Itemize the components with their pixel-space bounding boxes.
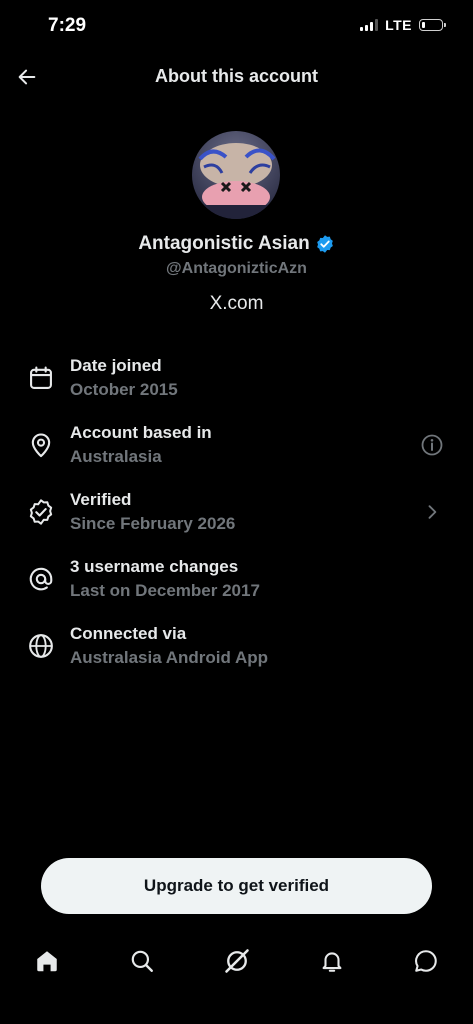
signal-icon — [360, 19, 379, 31]
info-subtitle: Australasia — [70, 447, 162, 466]
info-subtitle: Since February 2026 — [70, 514, 236, 533]
upgrade-button-label: Upgrade to get verified — [143, 876, 330, 895]
verified-badge-icon — [316, 235, 333, 253]
bottom-tab-bar — [0, 935, 473, 985]
info-row-date-joined: Date joined October 2015 — [0, 356, 473, 412]
info-subtitle: Last on December 2017 — [70, 581, 260, 600]
page-title: About this account — [155, 66, 318, 86]
calendar-icon — [30, 366, 52, 389]
info-row-username-changes: 3 username changes Last on December 2017 — [0, 557, 473, 613]
at-sign-icon — [29, 567, 53, 591]
verified-outline-icon — [29, 499, 53, 525]
battery-level — [422, 22, 425, 28]
info-title: Account based in — [70, 423, 212, 442]
globe-icon — [29, 634, 53, 658]
verified-detail-button[interactable] — [417, 497, 447, 527]
info-circle-icon — [421, 434, 443, 456]
network-type: LTE — [385, 17, 412, 33]
avatar-image — [192, 131, 280, 219]
location-pin-icon — [31, 433, 51, 458]
info-subtitle: Australasia Android App — [70, 648, 269, 667]
bell-icon — [322, 952, 342, 972]
info-title: Verified — [70, 490, 132, 509]
home-icon — [37, 951, 57, 972]
status-bar: 7:29 LTE — [0, 0, 473, 52]
profile-name-row: Antagonistic Asian — [0, 233, 473, 255]
header: About this account — [0, 52, 473, 102]
tab-search[interactable] — [122, 941, 162, 981]
info-row-account-based-in: Account based in Australasia — [0, 423, 473, 479]
upgrade-button[interactable]: Upgrade to get verified — [41, 858, 432, 914]
messages-icon — [415, 950, 437, 972]
status-time: 7:29 — [48, 15, 87, 36]
info-subtitle: October 2015 — [70, 380, 178, 399]
search-icon — [131, 950, 153, 972]
tab-notifications[interactable] — [312, 941, 352, 981]
tab-messages[interactable] — [406, 941, 446, 981]
tab-grok[interactable] — [217, 941, 257, 981]
avatar[interactable] — [192, 131, 280, 219]
display-name: Antagonistic Asian — [138, 233, 310, 254]
info-row-verified[interactable]: Verified Since February 2026 — [0, 490, 473, 546]
grok-icon — [225, 949, 249, 973]
chevron-right-icon — [428, 505, 437, 519]
info-title: Connected via — [70, 624, 187, 643]
profile-handle: @AntagonizticAzn — [166, 260, 307, 277]
status-indicators: LTE — [360, 17, 446, 33]
tab-home[interactable] — [27, 941, 67, 981]
info-title: 3 username changes — [70, 557, 239, 576]
info-title: Date joined — [70, 356, 162, 375]
info-row-connected-via: Connected via Australasia Android App — [0, 624, 473, 680]
battery-icon — [419, 19, 446, 31]
site-label: X.com — [209, 293, 264, 314]
info-button[interactable] — [417, 430, 447, 460]
